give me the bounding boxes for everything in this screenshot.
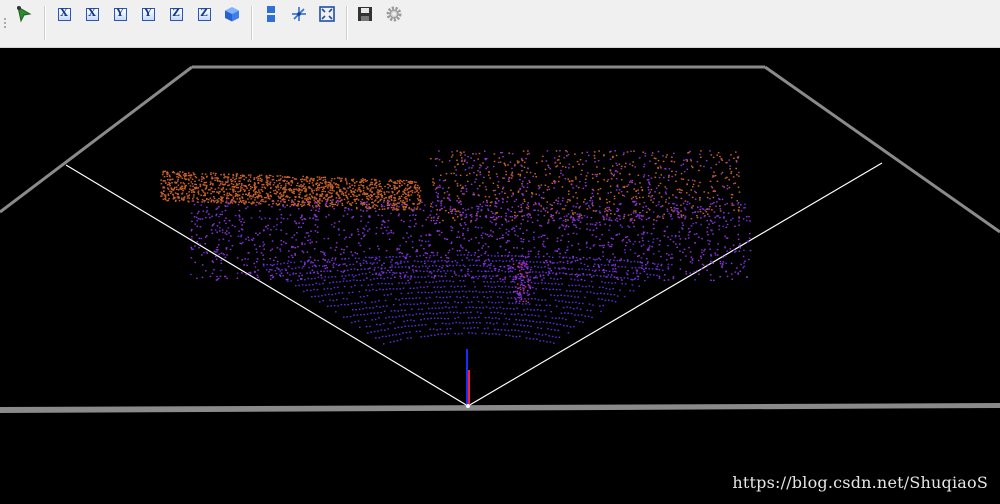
rotation-center-icon[interactable] bbox=[289, 4, 309, 24]
zoom-fit-icon[interactable] bbox=[317, 4, 337, 24]
grid-frame bbox=[0, 67, 1000, 413]
view-x-neg-label: X bbox=[86, 8, 99, 21]
view-z-pos-label: Z bbox=[170, 8, 183, 21]
toolbar-separator bbox=[346, 6, 348, 40]
view-z-neg-label: Z bbox=[198, 8, 211, 21]
frame-right-edge bbox=[765, 67, 1000, 232]
frame-bottom-edge bbox=[0, 403, 1000, 413]
view-y-pos-label: Y bbox=[114, 8, 127, 21]
origin-point bbox=[466, 404, 470, 408]
view-z-pos-button[interactable]: Z bbox=[166, 4, 186, 24]
view-y-pos-button[interactable]: Y bbox=[110, 4, 130, 24]
view-y-neg-button[interactable]: Y bbox=[138, 4, 158, 24]
watermark-text: https://blog.csdn.net/ShuqiaoS bbox=[732, 473, 988, 492]
view-z-neg-button[interactable]: Z bbox=[194, 4, 214, 24]
toolbar: X X Y Y Z Z bbox=[0, 0, 1000, 48]
view-iso-cube-icon[interactable] bbox=[222, 4, 242, 24]
origin-axes bbox=[466, 349, 470, 408]
toolbar-grip[interactable] bbox=[3, 18, 7, 32]
toolbar-separator bbox=[251, 6, 253, 40]
view-x-pos-button[interactable]: X bbox=[54, 4, 74, 24]
settings-gear-icon[interactable] bbox=[384, 4, 404, 24]
point-cloud-scene[interactable] bbox=[0, 48, 1000, 500]
point-cloud-viewport[interactable]: https://blog.csdn.net/ShuqiaoS bbox=[0, 48, 1000, 500]
view-x-pos-label: X bbox=[58, 8, 71, 21]
view-x-neg-button[interactable]: X bbox=[82, 4, 102, 24]
fov-right-line bbox=[468, 163, 882, 406]
pick-point-icon[interactable] bbox=[14, 4, 34, 24]
frame-left-edge bbox=[0, 67, 192, 212]
split-view-icon[interactable] bbox=[261, 4, 281, 24]
toolbar-separator bbox=[44, 6, 46, 40]
fov-lines bbox=[66, 163, 882, 406]
point-cloud bbox=[160, 150, 751, 345]
save-icon[interactable] bbox=[355, 4, 375, 24]
view-y-neg-label: Y bbox=[142, 8, 155, 21]
